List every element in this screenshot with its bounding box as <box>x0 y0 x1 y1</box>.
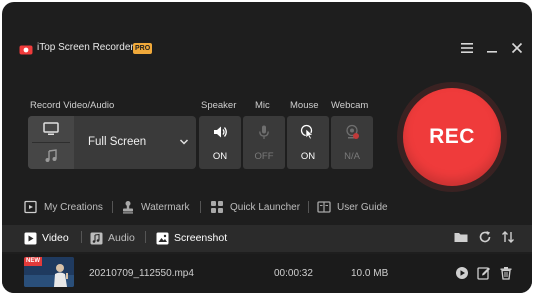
quick-launcher-label: Quick Launcher <box>230 201 301 213</box>
tab-video[interactable]: Video <box>24 230 69 246</box>
music-note-icon <box>45 149 57 162</box>
grid-icon <box>211 201 223 213</box>
webcam-toggle[interactable]: N/A <box>331 116 373 169</box>
title-bar: iTop Screen Recorder PRO <box>2 2 532 86</box>
my-creations-link[interactable]: My Creations <box>24 199 103 215</box>
user-guide-label: User Guide <box>337 201 388 213</box>
webcam-icon <box>346 124 359 139</box>
mic-icon <box>259 125 269 139</box>
audio-source-button[interactable] <box>28 143 74 169</box>
tools-divider <box>200 201 201 213</box>
user-guide-link[interactable]: User Guide <box>317 199 388 215</box>
mouse-icon <box>300 124 314 140</box>
play-icon[interactable] <box>455 266 469 280</box>
tools-divider <box>308 201 309 213</box>
watermark-label: Watermark <box>141 201 190 213</box>
webcam-state: N/A <box>344 151 360 162</box>
screen-source-button[interactable] <box>28 116 74 142</box>
tab-screenshot[interactable]: Screenshot <box>156 230 227 246</box>
speaker-icon <box>214 126 227 138</box>
record-source-selector[interactable]: Full Screen <box>28 116 196 169</box>
webcam-label: Webcam <box>331 100 369 111</box>
delete-icon[interactable] <box>499 266 513 280</box>
tabs-divider <box>81 231 82 243</box>
minimize-icon[interactable] <box>484 40 500 56</box>
mouse-label: Mouse <box>290 100 319 111</box>
record-section-label: Record Video/Audio <box>30 100 115 111</box>
screenshot-icon <box>156 232 169 244</box>
sort-icon[interactable] <box>500 229 516 245</box>
capture-mode-label: Full Screen <box>88 136 147 148</box>
new-badge: NEW <box>24 257 42 266</box>
mic-toggle[interactable]: OFF <box>243 116 285 169</box>
edit-icon[interactable] <box>477 266 491 280</box>
speaker-toggle[interactable]: ON <box>199 116 241 169</box>
tab-video-label: Video <box>42 232 69 244</box>
rec-button[interactable]: REC <box>403 88 501 186</box>
file-duration: 00:00:32 <box>274 268 313 279</box>
video-icon <box>24 232 37 244</box>
app-window: iTop Screen Recorder PRO Record Video/Au… <box>2 2 532 293</box>
mouse-toggle[interactable]: ON <box>287 116 329 169</box>
watermark-link[interactable]: Watermark <box>121 199 190 215</box>
video-thumbnail[interactable]: NEW <box>24 257 74 287</box>
mic-label: Mic <box>255 100 270 111</box>
monitor-icon <box>43 122 59 135</box>
file-name: 20210709_112550.mp4 <box>89 268 194 279</box>
file-row[interactable]: NEW 20210709_112550.mp4 00:00:32 10.0 MB <box>2 254 532 293</box>
speaker-label: Speaker <box>201 100 237 111</box>
tools-divider <box>112 201 113 213</box>
menu-icon[interactable] <box>459 40 475 56</box>
speaker-state: ON <box>212 151 228 162</box>
file-size: 10.0 MB <box>351 268 389 279</box>
stamp-icon <box>123 201 133 214</box>
app-logo-icon <box>19 45 33 55</box>
chevron-down-icon[interactable] <box>179 138 189 146</box>
rec-label: REC <box>429 125 475 148</box>
close-icon[interactable] <box>509 40 525 56</box>
quick-launcher-link[interactable]: Quick Launcher <box>210 199 300 215</box>
folder-video-icon <box>24 200 37 214</box>
tab-audio[interactable]: Audio <box>90 230 135 246</box>
refresh-icon[interactable] <box>477 229 493 245</box>
my-creations-label: My Creations <box>44 201 103 213</box>
mouse-state: ON <box>300 151 316 162</box>
audio-icon <box>90 232 103 244</box>
app-title: iTop Screen Recorder <box>37 42 134 53</box>
mic-state: OFF <box>254 151 274 162</box>
book-icon <box>317 201 331 213</box>
source-icon-column <box>28 116 74 169</box>
tabs-divider <box>145 231 146 243</box>
tab-screenshot-label: Screenshot <box>174 232 228 244</box>
folder-icon[interactable] <box>453 229 469 245</box>
pro-badge: PRO <box>133 43 153 54</box>
tab-audio-label: Audio <box>108 232 135 244</box>
media-tabs-bar: Video Audio Screenshot <box>2 225 532 252</box>
